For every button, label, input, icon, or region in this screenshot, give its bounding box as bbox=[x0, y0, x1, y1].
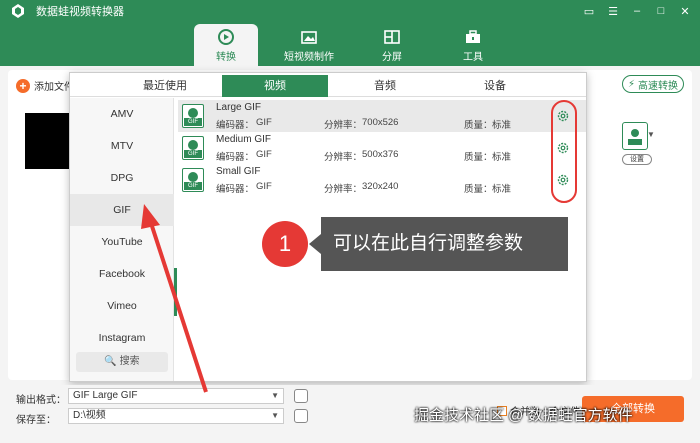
sidebar-item-vimeo[interactable]: Vimeo bbox=[70, 290, 174, 322]
minimize-button[interactable]: – bbox=[630, 4, 644, 18]
chevron-down-icon: ▼ bbox=[271, 411, 279, 420]
tab-split-screen-label: 分屏 bbox=[382, 51, 402, 63]
resolution-label: 分辨率： bbox=[324, 184, 363, 195]
preset-name: Large GIF bbox=[216, 102, 262, 113]
sidebar-item-mtv[interactable]: MTV bbox=[70, 130, 174, 162]
sidebar-scrollbar[interactable] bbox=[174, 268, 177, 316]
encoder-label: 编码器： bbox=[216, 120, 255, 131]
feedback-icon[interactable]: ▭ bbox=[582, 4, 596, 18]
resolution-value: 700x526 bbox=[362, 117, 399, 128]
encoder-value: GIF bbox=[256, 181, 272, 192]
app-logo-icon bbox=[12, 4, 24, 18]
save-to-label: 保存至： bbox=[16, 415, 56, 426]
format-category-tabs: 最近使用 视频 音频 设备 bbox=[70, 73, 586, 97]
maximize-button[interactable]: □ bbox=[654, 4, 668, 18]
gif-preset-icon: GIF bbox=[182, 104, 204, 128]
search-label: 搜索 bbox=[119, 356, 140, 367]
watermark-text: 掘金技术社区 @ 数据蛙官方软件 bbox=[414, 407, 633, 424]
resolution-value: 320x240 bbox=[362, 181, 399, 192]
tab-convert-label: 转换 bbox=[216, 51, 236, 63]
tab-tools[interactable]: 工具 bbox=[441, 24, 505, 66]
tab-short-video-label: 短视频制作 bbox=[284, 51, 334, 63]
main-tab-bar: 转换 短视频制作 分屏 工具 bbox=[0, 22, 700, 66]
short-video-icon bbox=[301, 30, 317, 44]
preset-name: Small GIF bbox=[216, 166, 261, 177]
quality-value: 标准 bbox=[492, 152, 512, 163]
chevron-down-icon[interactable]: ▼ bbox=[647, 130, 655, 139]
gif-preset-icon: GIF bbox=[182, 136, 204, 160]
window-title: 数据蛙视频转换器 bbox=[36, 6, 124, 18]
sidebar-item-instagram[interactable]: Instagram bbox=[70, 322, 174, 354]
close-button[interactable]: ✕ bbox=[678, 4, 692, 18]
search-button[interactable]: 🔍 搜索 bbox=[76, 352, 168, 372]
tab-split-screen[interactable]: 分屏 bbox=[360, 24, 424, 66]
sidebar-item-amv[interactable]: AMV bbox=[70, 98, 174, 130]
quality-label: 质量： bbox=[464, 152, 493, 163]
resolution-label: 分辨率： bbox=[324, 152, 363, 163]
quality-value: 标准 bbox=[492, 184, 512, 195]
split-screen-icon bbox=[384, 29, 400, 44]
output-format-value: GIF Large GIF bbox=[73, 390, 138, 401]
sidebar-item-facebook[interactable]: Facebook bbox=[70, 258, 174, 290]
tab-convert[interactable]: 转换 bbox=[194, 24, 258, 66]
plus-icon: + bbox=[16, 78, 30, 93]
quality-value: 标准 bbox=[492, 120, 512, 131]
format-sidebar: AMV MTV DPG GIF YouTube Facebook Vimeo I… bbox=[70, 98, 174, 381]
add-file-label: 添加文件 bbox=[34, 82, 74, 93]
video-thumbnail[interactable] bbox=[25, 113, 71, 169]
menu-icon[interactable]: ☰ bbox=[606, 4, 620, 18]
preset-row-medium[interactable]: GIF Medium GIF 编码器： GIF 分辨率： 500x376 质量：… bbox=[178, 132, 586, 164]
lightning-icon: ⚡ bbox=[627, 78, 636, 90]
output-format-label: 输出格式： bbox=[16, 395, 66, 406]
folder-icon[interactable] bbox=[294, 409, 308, 423]
annotation-highlight-oval bbox=[551, 100, 577, 203]
resolution-value: 500x376 bbox=[362, 149, 399, 160]
encoder-value: GIF bbox=[256, 149, 272, 160]
save-path-value: D:\视频 bbox=[73, 410, 106, 421]
sidebar-item-dpg[interactable]: DPG bbox=[70, 162, 174, 194]
gif-preset-icon: GIF bbox=[182, 168, 204, 192]
tab-recent[interactable]: 最近使用 bbox=[112, 75, 218, 97]
annotation-callout: 可以在此自行调整参数 bbox=[309, 217, 568, 271]
high-speed-label: 高速转换 bbox=[638, 80, 679, 92]
toolbox-icon bbox=[466, 29, 480, 43]
preset-row-large[interactable]: GIF Large GIF 编码器： GIF 分辨率： 700x526 质量： … bbox=[178, 100, 586, 132]
encoder-value: GIF bbox=[256, 117, 272, 128]
gif-format-icon bbox=[628, 129, 642, 145]
preset-row-small[interactable]: GIF Small GIF 编码器： GIF 分辨率： 320x240 质量： … bbox=[178, 164, 586, 196]
tab-device[interactable]: 设备 bbox=[442, 75, 548, 97]
encoder-label: 编码器： bbox=[216, 152, 255, 163]
resolution-label: 分辨率： bbox=[324, 120, 363, 131]
chevron-down-icon: ▼ bbox=[271, 391, 279, 400]
preset-name: Medium GIF bbox=[216, 134, 272, 145]
tab-tools-label: 工具 bbox=[463, 51, 483, 63]
sidebar-item-gif[interactable]: GIF bbox=[70, 194, 174, 226]
encoder-label: 编码器： bbox=[216, 184, 255, 195]
high-speed-toggle[interactable]: ⚡ 高速转换 bbox=[622, 75, 684, 93]
sidebar-item-youtube[interactable]: YouTube bbox=[70, 226, 174, 258]
convert-icon bbox=[218, 28, 234, 45]
title-bar: 数据蛙视频转换器 ▭ ☰ – □ ✕ bbox=[0, 0, 700, 22]
save-path-select[interactable]: D:\视频 ▼ bbox=[68, 408, 284, 424]
tab-audio[interactable]: 音频 bbox=[332, 75, 438, 97]
output-format-button[interactable] bbox=[622, 122, 648, 150]
output-settings-icon[interactable] bbox=[294, 389, 308, 403]
add-file-button[interactable]: + 添加文件 bbox=[16, 78, 74, 93]
search-icon: 🔍 bbox=[104, 356, 117, 367]
quality-label: 质量： bbox=[464, 184, 493, 195]
tab-video[interactable]: 视频 bbox=[222, 75, 328, 97]
step-number-badge: 1 bbox=[262, 221, 308, 267]
output-format-select[interactable]: GIF Large GIF ▼ bbox=[68, 388, 284, 404]
quality-label: 质量： bbox=[464, 120, 493, 131]
tab-short-video[interactable]: 短视频制作 bbox=[277, 24, 341, 66]
settings-button[interactable]: 设置 bbox=[622, 154, 652, 165]
